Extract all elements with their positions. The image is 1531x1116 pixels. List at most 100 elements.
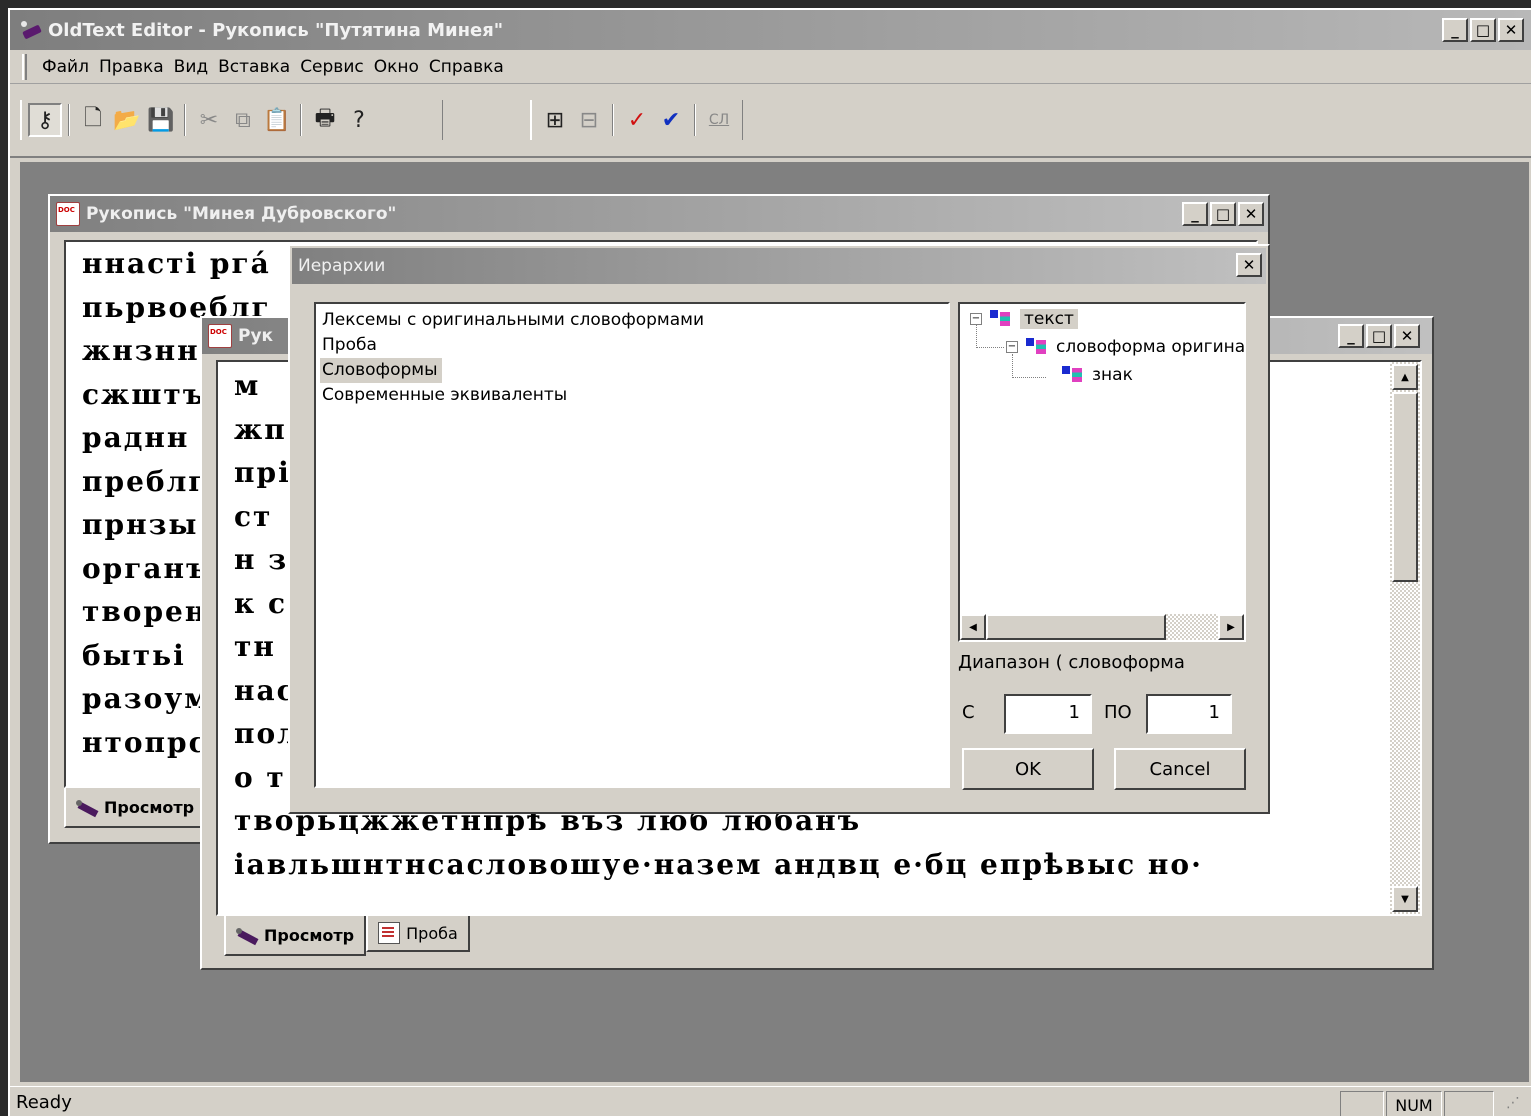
document-close-button[interactable]: ✕ [1238,202,1264,226]
document-maximize-button[interactable]: □ [1210,202,1236,226]
scroll-down-button[interactable]: ▼ [1392,886,1418,912]
brush-icon [76,796,98,818]
menu-edit[interactable]: Правка [99,57,164,77]
toolbar-separator [300,104,302,136]
collapse-icon[interactable]: − [970,313,982,325]
menu-service[interactable]: Сервис [300,57,364,77]
document-title: Рук [238,326,274,346]
spellcheck-icon[interactable]: ✓ [620,103,654,137]
menu-file[interactable]: Файл [42,57,89,77]
dialog-titlebar[interactable]: Иерархии ✕ [292,248,1266,284]
collapse-icon[interactable]: − [1006,341,1018,353]
dictionary-icon[interactable]: СЛ [702,103,736,137]
spellcheck-all-icon[interactable]: ✔ [654,103,688,137]
app-maximize-button[interactable]: □ [1470,18,1496,42]
view-tabs: Просмотр [64,788,207,828]
tab-view-label: Просмотр [104,797,195,817]
menu-insert[interactable]: Вставка [218,57,290,77]
document-minimize-button[interactable]: _ [1182,202,1208,226]
toolbar: ⚷ 🗋 📂 💾 ✂ ⧉ 📋 🖶 ? ⊞ ⊟ ✓ ✔ СЛ [10,86,1531,158]
tree-node-icon [990,308,1014,330]
document-icon [56,202,80,226]
dialog-title: Иерархии [298,256,386,276]
document-titlebar[interactable]: Рукопись "Минея Дубровского" _ □ ✕ [50,196,1268,232]
toolbar-group-main: ⚷ 🗋 📂 💾 ✂ ⧉ 📋 🖶 ? [20,100,443,140]
list-item[interactable]: Проба [320,333,944,358]
list-item-selected[interactable]: Словоформы [320,358,442,383]
manuscript-line: іавльшнтнсасловошуе·назем андвц е·бц епр… [234,847,1203,881]
view-tabs: Просмотр Проба [224,916,470,956]
probe-document-icon [378,922,401,944]
toolbar-separator [694,104,696,136]
tab-view[interactable]: Просмотр [64,788,207,828]
app-close-button[interactable]: ✕ [1498,18,1524,42]
tree-node-icon [1062,364,1086,386]
hierarchy-list[interactable]: Лексемы с оригинальными словоформами Про… [314,302,950,788]
range-from-input[interactable]: 1 [1004,694,1092,734]
hierarchy-icon[interactable]: ⊞ [538,103,572,137]
mdi-client-area: Рукопись "Минея Дубровского" _ □ ✕ ннаст… [20,162,1529,1082]
vertical-scrollbar[interactable]: ▲ ▼ [1390,362,1420,914]
status-panel-scroll [1444,1091,1494,1116]
help-icon[interactable]: ? [342,103,376,137]
app-title: OldText Editor - Рукопись "Путятина Мине… [48,19,504,41]
tab-probe[interactable]: Проба [366,916,470,952]
app-minimize-button[interactable]: _ [1442,18,1468,42]
menu-view[interactable]: Вид [174,57,208,77]
key-icon[interactable]: ⚷ [28,103,62,137]
from-label: С [962,702,975,723]
paste-icon[interactable]: 📋 [260,103,294,137]
cancel-button[interactable]: Cancel [1114,748,1246,790]
status-bar: Ready NUM ⋰ [10,1086,1531,1116]
to-label: ПО [1104,702,1132,723]
resize-grip-icon[interactable]: ⋰ [1506,1095,1520,1111]
document-icon [208,324,232,348]
range-to-input[interactable]: 1 [1146,694,1232,734]
copy-icon[interactable]: ⧉ [226,103,260,137]
app-window: OldText Editor - Рукопись "Путятина Мине… [8,8,1531,1116]
tab-view-label: Просмотр [264,925,355,945]
tree-node-text[interactable]: − текст [970,308,1078,330]
print-icon[interactable]: 🖶 [308,103,342,137]
app-titlebar[interactable]: OldText Editor - Рукопись "Путятина Мине… [10,10,1531,50]
status-text: Ready [16,1092,72,1113]
document-minimize-button[interactable]: _ [1338,324,1364,348]
tree-horizontal-scrollbar[interactable]: ◀ ▶ [960,614,1244,640]
menu-bar: Файл Правка Вид Вставка Сервис Окно Спра… [10,50,1531,84]
document-maximize-button[interactable]: □ [1366,324,1392,348]
toolbar-separator [612,104,614,136]
status-panel-caps [1340,1091,1384,1116]
tab-probe-label: Проба [406,923,458,943]
scroll-left-button[interactable]: ◀ [960,614,986,640]
menu-help[interactable]: Справка [429,57,504,77]
layout-icon[interactable]: ⊟ [572,103,606,137]
cut-icon[interactable]: ✂ [192,103,226,137]
toolbar-separator [184,104,186,136]
toolbar-separator [68,104,70,136]
dialog-close-button[interactable]: ✕ [1236,253,1262,277]
ok-button[interactable]: OK [962,748,1094,790]
open-folder-icon[interactable]: 📂 [110,103,144,137]
new-document-icon[interactable]: 🗋 [76,103,110,137]
brush-icon [236,924,258,946]
save-icon[interactable]: 💾 [144,103,178,137]
tree-node-wordform[interactable]: − словоформа оригинальная [1006,336,1244,358]
app-brush-icon [20,19,42,41]
range-label: Диапазон ( словоформа [958,652,1185,673]
document-title: Рукопись "Минея Дубровского" [86,204,397,224]
menu-window[interactable]: Окно [374,57,419,77]
toolbar-group-tools: ⊞ ⊟ ✓ ✔ СЛ [530,100,743,140]
menu-grip[interactable] [22,53,27,80]
list-item[interactable]: Лексемы с оригинальными словоформами [320,308,944,333]
hierarchy-tree[interactable]: − текст − словоформа оригинальная знак ◀… [958,302,1246,642]
tree-node-icon [1026,336,1050,358]
tab-view[interactable]: Просмотр [224,916,367,956]
document-close-button[interactable]: ✕ [1394,324,1420,348]
tree-node-sign[interactable]: знак [1062,364,1133,386]
scroll-thumb[interactable] [1392,392,1418,582]
scroll-thumb[interactable] [986,614,1166,640]
scroll-up-button[interactable]: ▲ [1392,364,1418,390]
list-item[interactable]: Современные эквиваленты [320,383,944,408]
scroll-right-button[interactable]: ▶ [1218,614,1244,640]
hierarchies-dialog[interactable]: Иерархии ✕ Лексемы с оригинальными слово… [288,244,1270,814]
